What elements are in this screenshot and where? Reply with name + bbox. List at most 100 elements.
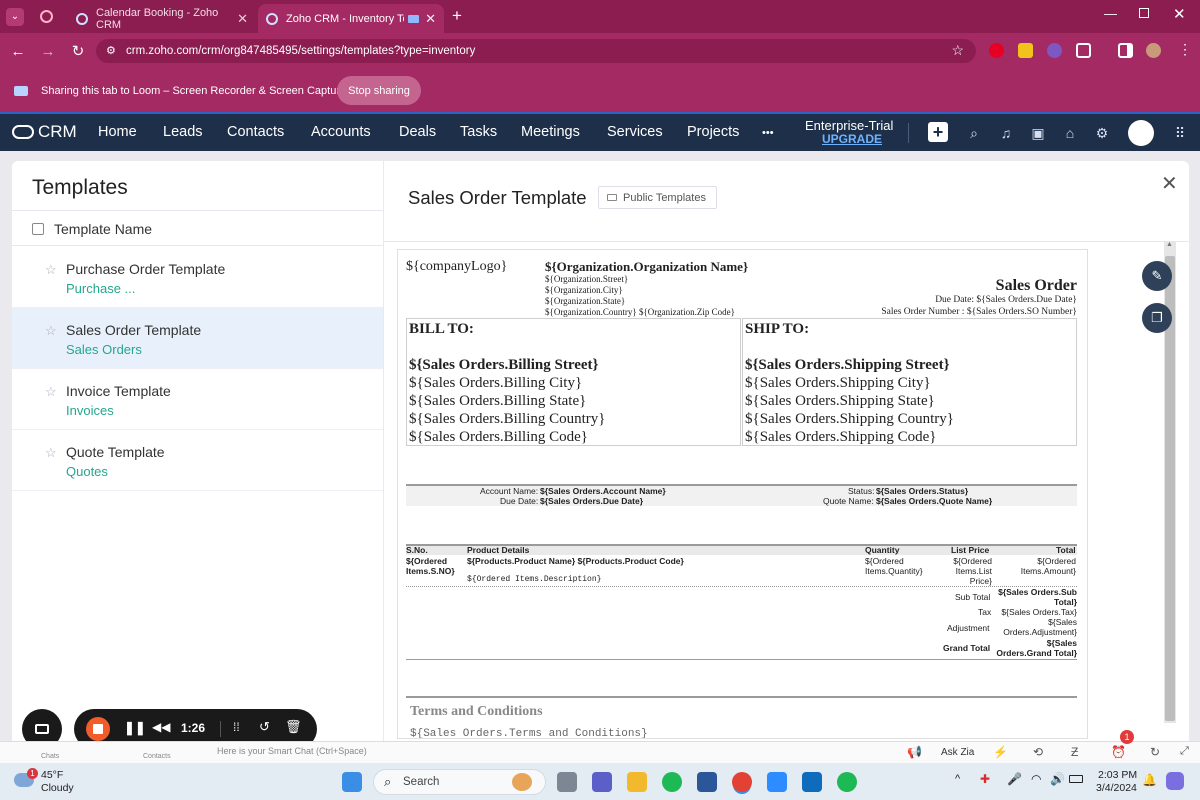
recent-items-icon[interactable]: ⟲ [1033,745,1043,759]
chrome-icon[interactable] [732,772,752,792]
zia-icon[interactable]: Ƶ [1071,745,1078,759]
extension-yellow-icon[interactable] [1018,43,1033,58]
outlook-icon[interactable] [802,772,822,792]
recording-icon[interactable] [40,10,53,23]
alarm-clock-icon[interactable]: ⏰ [1111,745,1126,759]
create-plus-icon[interactable]: + [928,122,948,142]
favorite-star-icon[interactable]: ☆ [45,323,57,339]
nav-home[interactable]: Home [98,124,137,140]
select-all-checkbox[interactable] [32,223,44,235]
side-panel-icon[interactable] [1118,43,1133,58]
microphone-icon[interactable]: 🎤 [1007,772,1022,786]
browser-menu-icon[interactable]: ⋮ [1178,41,1192,58]
notifications-bell-icon[interactable]: ♫ [998,125,1014,141]
pause-icon[interactable]: ❚❚ [124,720,146,736]
close-tab-icon[interactable]: ✕ [237,11,248,27]
clone-template-button[interactable]: ❐ [1142,303,1172,333]
tray-app-icon[interactable]: ✚ [980,772,990,786]
crm-brand[interactable]: CRM [38,122,77,142]
url-field[interactable]: ⚙ crm.zoho.com/crm/org847485495/settings… [96,39,976,63]
tray-chevron-icon[interactable]: ^ [955,773,960,785]
favorite-star-icon[interactable]: ☆ [45,262,57,278]
rewind-icon[interactable]: ◀◀ [152,720,170,734]
calendar-icon[interactable]: ▣ [1030,125,1046,141]
tab-calendar-booking[interactable]: Calendar Booking - Zoho CRM ✕ [68,4,256,33]
user-avatar[interactable] [1128,120,1154,146]
nav-contacts[interactable]: Contacts [227,124,284,140]
weather-desc[interactable]: Cloudy [41,782,74,794]
battery-icon[interactable] [1069,775,1083,783]
restore-icon[interactable] [1139,8,1149,18]
teams-icon[interactable] [592,772,612,792]
reload-icon[interactable]: ↻ [63,42,93,60]
bookmark-star-icon[interactable]: ☆ [951,42,964,59]
nav-more-icon[interactable]: ••• [762,127,774,139]
nav-services[interactable]: Services [607,124,663,140]
extensions-puzzle-icon[interactable] [1076,43,1091,58]
task-view-icon[interactable] [557,772,577,792]
favorite-star-icon[interactable]: ☆ [45,445,57,461]
nav-leads[interactable]: Leads [163,124,203,140]
volume-icon[interactable]: 🔊 [1050,772,1065,786]
template-name[interactable]: Sales Order Template [66,322,201,338]
stop-recording-button[interactable] [86,717,110,741]
site-info-icon[interactable]: ⚙ [106,44,116,57]
edit-template-button[interactable]: ✎ [1142,261,1172,291]
marketplace-icon[interactable]: ⌂ [1062,125,1078,141]
smart-chat-input[interactable]: Here is your Smart Chat (Ctrl+Space) [217,746,367,756]
minimize-icon[interactable]: — [1104,6,1117,21]
wifi-icon[interactable]: ◠ [1031,772,1041,786]
footer-expand-icon[interactable]: ⤢ [1180,745,1189,758]
new-tab-icon[interactable]: + [452,6,462,26]
template-name[interactable]: Invoice Template [66,383,171,399]
template-row-quote[interactable]: ☆ Quote Template Quotes [12,430,383,491]
template-row-purchase-order[interactable]: ☆ Purchase Order Template Purchase ... [12,247,383,308]
public-templates-badge[interactable]: Public Templates [598,186,717,209]
restart-icon[interactable]: ↺ [259,719,270,735]
clock-date[interactable]: 3/4/2024 [1096,782,1137,794]
nav-meetings[interactable]: Meetings [521,124,580,140]
app-grid-icon[interactable]: ⠿ [1172,125,1188,141]
extension-multicolor-icon[interactable] [1047,43,1062,58]
ask-zia-button[interactable]: Ask Zia [941,747,974,758]
tab-search-chevron-icon[interactable]: ⌄ [6,8,24,26]
nav-accounts[interactable]: Accounts [311,124,371,140]
nav-tasks[interactable]: Tasks [460,124,497,140]
favorite-star-icon[interactable]: ☆ [45,384,57,400]
spotify-secondary-icon[interactable] [837,772,857,792]
back-icon[interactable]: ← [3,43,33,60]
close-preview-icon[interactable]: ✕ [1161,171,1178,196]
copilot-icon[interactable] [1166,772,1184,790]
scroll-up-arrow-icon[interactable]: ▲ [1166,241,1173,248]
footer-contacts-label[interactable]: Contacts [143,753,171,760]
zoho-crm-logo-icon[interactable] [12,125,34,139]
clock-time[interactable]: 2:03 PM [1098,769,1137,781]
nav-projects[interactable]: Projects [687,124,739,140]
template-name-column-header[interactable]: Template Name [54,221,152,237]
word-icon[interactable] [697,772,717,792]
upgrade-link[interactable]: UPGRADE [822,132,882,146]
template-row-sales-order[interactable]: ☆ Sales Order Template Sales Orders [12,308,383,369]
windows-start-icon[interactable] [342,772,362,792]
profile-avatar[interactable] [1146,43,1161,58]
search-icon[interactable]: ⌕ [966,125,982,141]
tab-inventory-templates[interactable]: Zoho CRM - Inventory Temp ✕ [258,4,444,33]
template-name[interactable]: Purchase Order Template [66,261,225,277]
drawing-tools-icon[interactable]: ⁞⁞ [233,720,240,734]
close-window-icon[interactable]: ✕ [1173,5,1186,23]
template-row-invoice[interactable]: ☆ Invoice Template Invoices [12,369,383,430]
history-icon[interactable]: ↻ [1150,745,1160,759]
file-explorer-icon[interactable] [627,772,647,792]
stop-sharing-button[interactable]: Stop sharing [337,76,421,105]
delete-trash-icon[interactable]: 🗑 [285,719,302,735]
close-tab-icon[interactable]: ✕ [425,11,436,27]
notification-bell-icon[interactable]: 🔔 [1142,773,1157,787]
signals-icon[interactable]: ⚡ [993,745,1008,759]
footer-chats-label[interactable]: Chats [41,753,59,760]
taskbar-search[interactable]: ⌕ Search [373,769,546,795]
nav-deals[interactable]: Deals [399,124,436,140]
settings-gear-icon[interactable]: ⚙ [1094,125,1110,141]
pinterest-extension-icon[interactable] [989,43,1004,58]
zoom-meeting-icon[interactable] [767,772,787,792]
announcement-icon[interactable]: 📢 [907,745,922,759]
